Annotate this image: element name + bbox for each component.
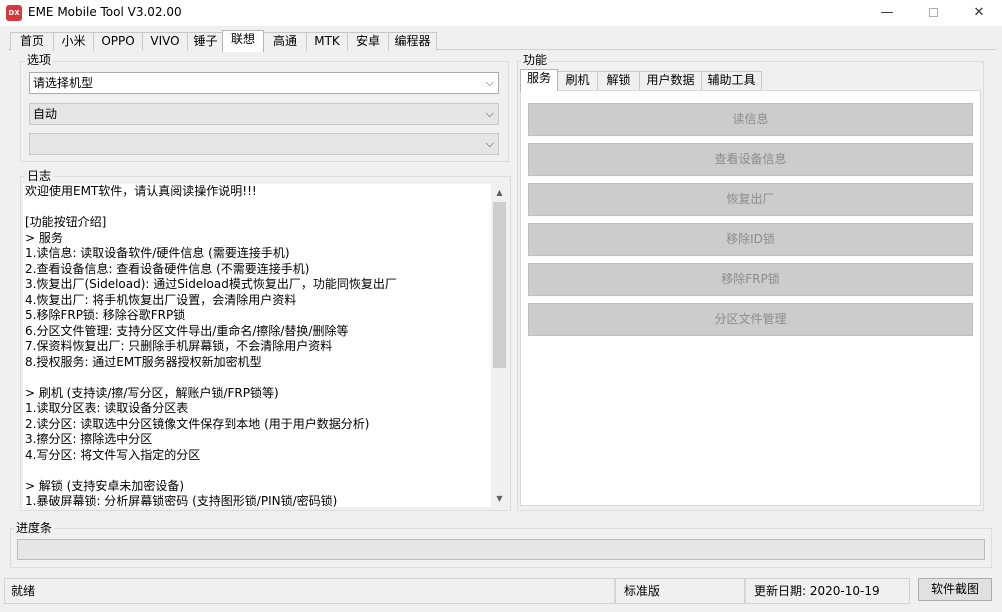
model-select[interactable]: 请选择机型 ⌵ (29, 72, 499, 94)
tab-smartisan[interactable]: 锤子 (187, 32, 224, 51)
partition-file-manager-button[interactable]: 分区文件管理 (528, 303, 973, 336)
scroll-down-icon[interactable]: ▼ (491, 490, 508, 507)
log-scrollbar[interactable]: ▲ ▼ (491, 184, 508, 507)
log-lines: 欢迎使用EMT软件，请认真阅读操作说明!!! [功能按钮介绍] > 服务 1.读信息:… (25, 184, 490, 507)
view-device-info-button[interactable]: 查看设备信息 (528, 143, 973, 176)
secondary-select[interactable]: ⌵ (29, 133, 499, 155)
tab-vivo[interactable]: VIVO (142, 32, 188, 51)
log-line: 7.保资料恢复出厂: 只删除手机屏幕锁，不会清除用户资料 (25, 339, 333, 353)
log-label: 日志 (25, 169, 54, 183)
log-line: 4.写分区: 将文件写入指定的分区 (25, 447, 201, 462)
tab-home[interactable]: 首页 (10, 32, 54, 51)
maximize-button[interactable] (910, 0, 956, 26)
maximize-icon (928, 8, 938, 17)
log-textarea[interactable]: 欢迎使用EMT软件，请认真阅读操作说明!!! [功能按钮介绍] > 服务 1.读信息:… (23, 184, 508, 507)
tab-flash[interactable]: 刷机 (557, 71, 598, 90)
tab-xiaomi[interactable]: 小米 (53, 32, 94, 51)
tab-qualcomm[interactable]: 高通 (263, 32, 307, 51)
tab-lenovo[interactable]: 联想 (222, 30, 264, 52)
factory-reset-button[interactable]: 恢复出厂 (528, 183, 973, 216)
tab-mtk[interactable]: MTK (306, 32, 348, 51)
log-line: 8.授权服务: 通过EMT服务器授权新加密机型 (25, 354, 262, 369)
log-line: 1.读信息: 读取设备软件/硬件信息 (需要连接手机) (25, 246, 290, 260)
progress-label: 进度条 (14, 521, 55, 535)
tab-unlock[interactable]: 解锁 (597, 71, 640, 90)
log-line: > 刷机 (支持读/擦/写分区，解账户锁/FRP锁等) (25, 385, 279, 400)
log-line: > 服务 (25, 230, 63, 245)
chevron-down-icon: ⌵ (485, 76, 494, 89)
screenshot-button[interactable]: 软件截图 (918, 578, 992, 601)
app-logo-icon: DX (6, 5, 22, 21)
tab-tools[interactable]: 辅助工具 (701, 71, 762, 90)
chevron-down-icon: ⌵ (485, 107, 494, 120)
log-line: 2.查看设备信息: 查看设备硬件信息 (不需要连接手机) (25, 261, 310, 276)
log-line: 4.恢复出厂: 将手机恢复出厂设置，会清除用户资料 (25, 292, 297, 307)
title-bar: DX EME Mobile Tool V3.02.00 — ✕ (0, 0, 1002, 26)
log-line: [功能按钮介绍] (25, 215, 107, 229)
remove-id-lock-button[interactable]: 移除ID锁 (528, 223, 973, 256)
log-line: 欢迎使用EMT软件，请认真阅读操作说明!!! (25, 184, 257, 198)
log-line: 1.暴破屏幕锁: 分析屏幕锁密码 (支持图形锁/PIN锁/密码锁) (25, 494, 338, 507)
window-title: EME Mobile Tool V3.02.00 (28, 5, 182, 19)
log-line: 3.恢复出厂(Sideload): 通过Sideload模式恢复出厂，功能同恢复… (25, 277, 397, 291)
status-bar: 就绪 标准版 更新日期: 2020-10-19 (0, 576, 1002, 612)
tab-service[interactable]: 服务 (520, 69, 558, 91)
model-select-value: 请选择机型 (33, 76, 94, 90)
log-line: > 解锁 (支持安卓未加密设备) (25, 478, 185, 493)
progress-bar (17, 539, 985, 560)
read-info-button[interactable]: 读信息 (528, 103, 973, 136)
options-label: 选项 (25, 53, 54, 67)
scroll-thumb[interactable] (493, 202, 506, 368)
mode-select-value: 自动 (33, 107, 58, 121)
chevron-down-icon: ⌵ (485, 137, 494, 150)
tab-programmer[interactable]: 编程器 (388, 32, 437, 51)
log-line: 2.读分区: 读取选中分区镜像文件保存到本地 (用于用户数据分析) (25, 416, 370, 431)
remove-frp-lock-button[interactable]: 移除FRP锁 (528, 263, 973, 296)
tab-android[interactable]: 安卓 (347, 32, 389, 51)
close-button[interactable]: ✕ (956, 0, 1002, 26)
scroll-up-icon[interactable]: ▲ (491, 184, 508, 201)
minimize-button[interactable]: — (864, 0, 910, 26)
functions-label: 功能 (521, 53, 550, 67)
edition-label: 标准版 (615, 578, 745, 604)
tab-oppo[interactable]: OPPO (93, 32, 143, 51)
update-date-label: 更新日期: 2020-10-19 (745, 578, 910, 604)
mode-select[interactable]: 自动 ⌵ (29, 103, 499, 125)
log-line: 1.读取分区表: 读取设备分区表 (25, 401, 189, 415)
log-line: 5.移除FRP锁: 移除谷歌FRP锁 (25, 308, 186, 322)
tab-user-data[interactable]: 用户数据 (639, 71, 702, 90)
status-text: 就绪 (4, 578, 615, 604)
log-line: 6.分区文件管理: 支持分区文件导出/重命名/擦除/替换/删除等 (25, 323, 349, 338)
log-line: 3.擦分区: 擦除选中分区 (25, 432, 153, 446)
